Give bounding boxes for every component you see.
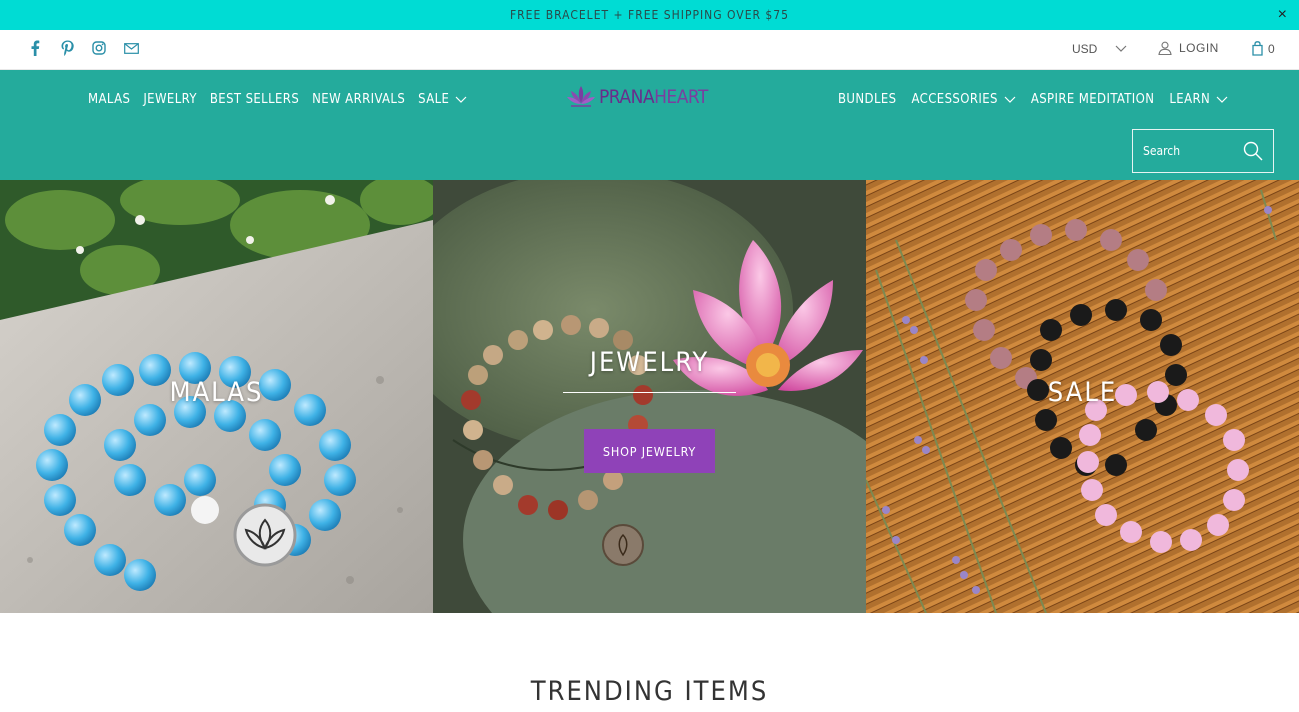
- nav-item-label: LEARN: [1169, 92, 1211, 107]
- chevron-down-icon: [1004, 96, 1016, 103]
- main-nav: MALAS JEWELRY BEST SELLERS NEW ARRIVALS …: [0, 70, 1299, 180]
- nav-right: BUNDLES ACCESSORIES ASPIRE MEDITATION LE…: [838, 92, 1228, 107]
- promo-text: FREE BRACELET + FREE SHIPPING OVER $75: [509, 8, 790, 22]
- nav-item-learn[interactable]: LEARN: [1169, 92, 1228, 107]
- pinterest-icon[interactable]: [58, 39, 76, 57]
- promo-bar: FREE BRACELET + FREE SHIPPING OVER $75 ×: [0, 0, 1299, 30]
- logo-wordmark: PRANAHEART: [599, 86, 708, 108]
- shopping-bag-icon: [1252, 41, 1263, 56]
- instagram-icon[interactable]: [90, 39, 108, 57]
- nav-item-label: ACCESSORIES: [911, 92, 998, 107]
- panel-title-jewelry: JEWELRY: [589, 347, 710, 378]
- chevron-down-icon: [455, 96, 467, 103]
- login-link[interactable]: LOGIN: [1158, 41, 1219, 55]
- nav-item-label: JEWELRY: [143, 92, 197, 107]
- collection-panel-jewelry[interactable]: JEWELRY SHOP JEWELRY: [433, 180, 866, 613]
- nav-left: MALAS JEWELRY BEST SELLERS NEW ARRIVALS …: [88, 92, 467, 107]
- nav-item-label: NEW ARRIVALS: [312, 92, 406, 107]
- nav-item-malas[interactable]: MALAS: [88, 92, 130, 107]
- logo-part-heart: HEART: [654, 86, 708, 108]
- nav-item-sale[interactable]: SALE: [418, 92, 467, 107]
- cart-count: 0: [1268, 41, 1275, 56]
- login-label: LOGIN: [1179, 41, 1219, 55]
- nav-item-bundles[interactable]: BUNDLES: [838, 92, 896, 107]
- nav-item-best-sellers[interactable]: BEST SELLERS: [210, 92, 299, 107]
- nav-item-label: SALE: [418, 92, 450, 107]
- utility-bar: USD LOGIN 0: [0, 30, 1299, 70]
- search-box: [1132, 129, 1274, 173]
- collection-panel-malas[interactable]: MALAS: [0, 180, 433, 613]
- jewelry-image: [433, 180, 866, 613]
- facebook-icon[interactable]: [26, 39, 44, 57]
- collection-panel-sale[interactable]: SALE: [866, 180, 1299, 613]
- panel-title-sale: SALE: [1047, 377, 1118, 408]
- nav-item-aspire-meditation[interactable]: ASPIRE MEDITATION: [1031, 92, 1155, 107]
- hero-collections: MALAS JEWELRY SHOP JEWELRY SALE: [0, 180, 1299, 613]
- site-logo[interactable]: PRANAHEART: [566, 84, 708, 110]
- lotus-logo-icon: [567, 86, 595, 107]
- nav-item-jewelry[interactable]: JEWELRY: [143, 92, 197, 107]
- nav-item-new-arrivals[interactable]: NEW ARRIVALS: [312, 92, 405, 107]
- nav-item-label: ASPIRE MEDITATION: [1030, 92, 1155, 107]
- email-icon[interactable]: [122, 39, 140, 57]
- user-icon: [1158, 41, 1172, 55]
- nav-item-accessories[interactable]: ACCESSORIES: [911, 92, 1016, 107]
- currency-selector[interactable]: USD: [1072, 42, 1127, 56]
- nav-item-label: BUNDLES: [838, 92, 897, 107]
- section-title-trending: TRENDING ITEMS: [530, 676, 769, 707]
- search-input[interactable]: [1143, 144, 1243, 158]
- nav-item-label: MALAS: [88, 92, 131, 107]
- social-links: [26, 39, 140, 57]
- cart-link[interactable]: 0: [1252, 41, 1275, 56]
- chevron-down-icon: [1115, 45, 1127, 52]
- title-divider: [563, 392, 736, 393]
- logo-part-prana: PRANA: [599, 86, 655, 108]
- chevron-down-icon: [1216, 96, 1228, 103]
- shop-jewelry-button[interactable]: SHOP JEWELRY: [584, 429, 715, 473]
- currency-value: USD: [1072, 42, 1098, 56]
- close-icon[interactable]: ×: [1278, 6, 1287, 24]
- panel-title-malas: MALAS: [169, 377, 264, 408]
- search-icon[interactable]: [1243, 141, 1263, 161]
- nav-item-label: BEST SELLERS: [209, 92, 300, 107]
